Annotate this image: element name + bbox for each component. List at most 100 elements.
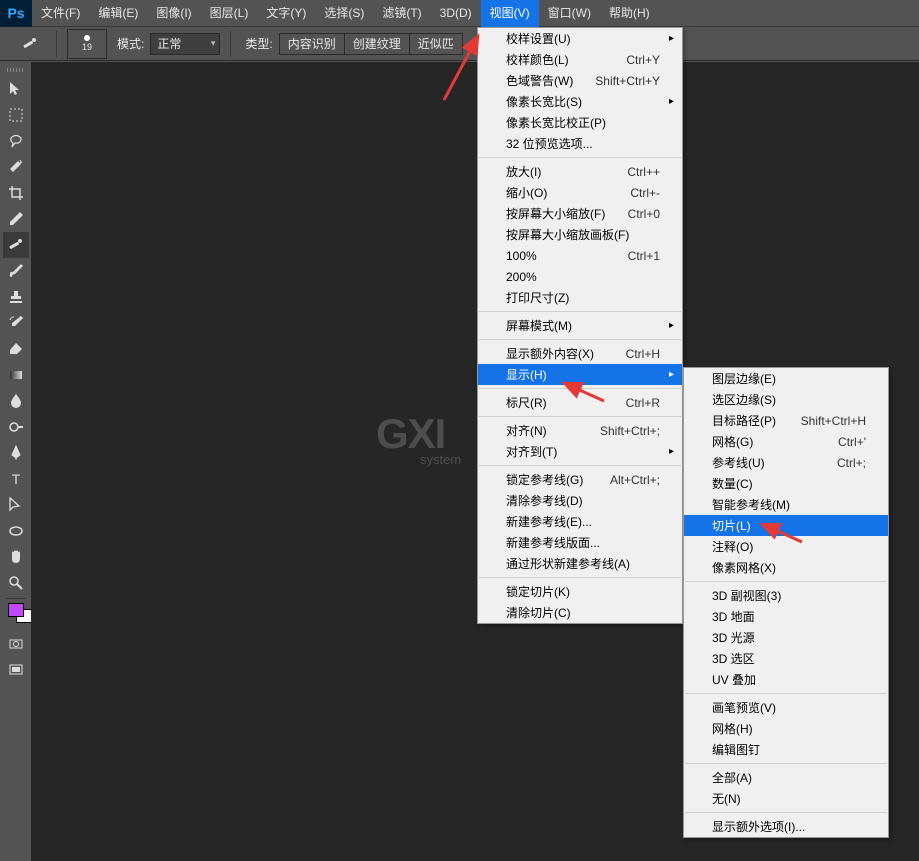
menu-item-打印尺寸[interactable]: 打印尺寸(Z) — [478, 287, 682, 308]
menu-item-3D 光源[interactable]: 3D 光源 — [684, 627, 888, 648]
menu-文件[interactable]: 文件(F) — [32, 0, 89, 27]
menu-item-label: 无(N) — [712, 790, 741, 807]
menu-item-清除参考线[interactable]: 清除参考线(D) — [478, 490, 682, 511]
active-tool-icon[interactable] — [14, 31, 46, 57]
menu-item-新建参考线版面[interactable]: 新建参考线版面... — [478, 532, 682, 553]
menu-item-像素长宽比校正[interactable]: 像素长宽比校正(P) — [478, 112, 682, 133]
menu-item-网格[interactable]: 网格(G)Ctrl+' — [684, 431, 888, 452]
move-tool[interactable] — [3, 76, 29, 102]
menu-item-缩小[interactable]: 缩小(O)Ctrl+- — [478, 182, 682, 203]
stamp-tool[interactable] — [3, 284, 29, 310]
pen-tool[interactable] — [3, 440, 29, 466]
menu-item-选区边缘[interactable]: 选区边缘(S) — [684, 389, 888, 410]
menu-item-3D 地面[interactable]: 3D 地面 — [684, 606, 888, 627]
menu-shortcut: Shift+Ctrl+Y — [595, 74, 660, 88]
menu-item-目标路径[interactable]: 目标路径(P)Shift+Ctrl+H — [684, 410, 888, 431]
menu-item-显示[interactable]: 显示(H) — [478, 364, 682, 385]
menu-shortcut: Ctrl+Y — [626, 53, 660, 67]
menu-item-屏幕模式[interactable]: 屏幕模式(M) — [478, 315, 682, 336]
hand-tool[interactable] — [3, 544, 29, 570]
menu-选择[interactable]: 选择(S) — [315, 0, 373, 27]
menu-item-100%[interactable]: 100%Ctrl+1 — [478, 245, 682, 266]
menu-item-像素网格[interactable]: 像素网格(X) — [684, 557, 888, 578]
path-selection-tool[interactable] — [3, 492, 29, 518]
menu-item-label: 数量(C) — [712, 475, 753, 492]
menu-item-无[interactable]: 无(N) — [684, 788, 888, 809]
menu-item-标尺[interactable]: 标尺(R)Ctrl+R — [478, 392, 682, 413]
magic-wand-tool[interactable] — [3, 154, 29, 180]
lasso-tool[interactable] — [3, 128, 29, 154]
menu-编辑[interactable]: 编辑(E) — [89, 0, 147, 27]
menu-item-参考线[interactable]: 参考线(U)Ctrl+; — [684, 452, 888, 473]
menu-item-全部[interactable]: 全部(A) — [684, 767, 888, 788]
menu-item-按屏幕大小缩放画板[interactable]: 按屏幕大小缩放画板(F) — [478, 224, 682, 245]
menu-item-32 位预览选项[interactable]: 32 位预览选项... — [478, 133, 682, 154]
menu-item-label: 全部(A) — [712, 769, 752, 786]
menu-视图[interactable]: 视图(V) — [481, 0, 539, 27]
menu-item-网格[interactable]: 网格(H) — [684, 718, 888, 739]
menu-item-通过形状新建参考线[interactable]: 通过形状新建参考线(A) — [478, 553, 682, 574]
type-btn-近似匹[interactable]: 近似匹 — [410, 33, 463, 55]
type-btn-内容识别[interactable]: 内容识别 — [279, 33, 345, 55]
menu-帮助[interactable]: 帮助(H) — [600, 0, 659, 27]
menu-item-切片[interactable]: 切片(L) — [684, 515, 888, 536]
eyedropper-tool[interactable] — [3, 206, 29, 232]
menu-item-图层边缘[interactable]: 图层边缘(E) — [684, 368, 888, 389]
brush-tool[interactable] — [3, 258, 29, 284]
menu-item-3D 选区[interactable]: 3D 选区 — [684, 648, 888, 669]
menu-item-label: 智能参考线(M) — [712, 496, 790, 513]
color-swatches[interactable] — [8, 603, 24, 617]
menu-文字[interactable]: 文字(Y) — [257, 0, 315, 27]
menu-item-按屏幕大小缩放[interactable]: 按屏幕大小缩放(F)Ctrl+0 — [478, 203, 682, 224]
mode-dropdown[interactable]: 正常 — [150, 33, 220, 55]
menu-图层[interactable]: 图层(L) — [201, 0, 258, 27]
gradient-tool[interactable] — [3, 362, 29, 388]
menu-item-对齐到[interactable]: 对齐到(T) — [478, 441, 682, 462]
brush-size-preview[interactable]: 19 — [67, 29, 107, 59]
eraser-tool[interactable] — [3, 336, 29, 362]
menu-item-数量[interactable]: 数量(C) — [684, 473, 888, 494]
menu-item-放大[interactable]: 放大(I)Ctrl++ — [478, 161, 682, 182]
menu-item-画笔预览[interactable]: 画笔预览(V) — [684, 697, 888, 718]
history-brush-tool[interactable] — [3, 310, 29, 336]
menu-item-锁定参考线[interactable]: 锁定参考线(G)Alt+Ctrl+; — [478, 469, 682, 490]
blur-tool[interactable] — [3, 388, 29, 414]
menu-separator — [479, 416, 681, 417]
menu-items-container: 文件(F)编辑(E)图像(I)图层(L)文字(Y)选择(S)滤镜(T)3D(D)… — [32, 0, 659, 27]
type-btn-创建纹理[interactable]: 创建纹理 — [345, 33, 410, 55]
menu-item-校样设置[interactable]: 校样设置(U) — [478, 28, 682, 49]
menu-item-对齐[interactable]: 对齐(N)Shift+Ctrl+; — [478, 420, 682, 441]
panel-grip[interactable] — [0, 64, 31, 76]
type-tool[interactable]: T — [3, 466, 29, 492]
menu-图像[interactable]: 图像(I) — [147, 0, 200, 27]
menu-item-色域警告[interactable]: 色域警告(W)Shift+Ctrl+Y — [478, 70, 682, 91]
type-button-group: 内容识别创建纹理近似匹 — [279, 33, 463, 55]
screen-mode-tool[interactable] — [3, 657, 29, 683]
menu-item-label: 3D 地面 — [712, 608, 755, 625]
menu-item-label: 显示(H) — [506, 366, 547, 383]
dodge-tool[interactable] — [3, 414, 29, 440]
menu-item-注释[interactable]: 注释(O) — [684, 536, 888, 557]
menu-item-校样颜色[interactable]: 校样颜色(L)Ctrl+Y — [478, 49, 682, 70]
menu-item-UV 叠加[interactable]: UV 叠加 — [684, 669, 888, 690]
menu-item-编辑图钉[interactable]: 编辑图钉 — [684, 739, 888, 760]
menu-item-显示额外选项[interactable]: 显示额外选项(I)... — [684, 816, 888, 837]
menu-3D[interactable]: 3D(D) — [431, 0, 481, 27]
menu-item-锁定切片[interactable]: 锁定切片(K) — [478, 581, 682, 602]
menu-item-label: 显示额外选项(I)... — [712, 818, 805, 835]
ellipse-tool[interactable] — [3, 518, 29, 544]
menu-item-显示额外内容[interactable]: 显示额外内容(X)Ctrl+H — [478, 343, 682, 364]
menu-item-新建参考线[interactable]: 新建参考线(E)... — [478, 511, 682, 532]
menu-滤镜[interactable]: 滤镜(T) — [373, 0, 430, 27]
menu-窗口[interactable]: 窗口(W) — [539, 0, 600, 27]
zoom-tool[interactable] — [3, 570, 29, 596]
healing-brush-tool[interactable] — [3, 232, 29, 258]
menu-item-像素长宽比[interactable]: 像素长宽比(S) — [478, 91, 682, 112]
marquee-tool[interactable] — [3, 102, 29, 128]
quick-mask-tool[interactable] — [3, 631, 29, 657]
menu-item-3D 副视图[interactable]: 3D 副视图(3) — [684, 585, 888, 606]
menu-item-智能参考线[interactable]: 智能参考线(M) — [684, 494, 888, 515]
menu-item-清除切片[interactable]: 清除切片(C) — [478, 602, 682, 623]
menu-item-200%[interactable]: 200% — [478, 266, 682, 287]
crop-tool[interactable] — [3, 180, 29, 206]
